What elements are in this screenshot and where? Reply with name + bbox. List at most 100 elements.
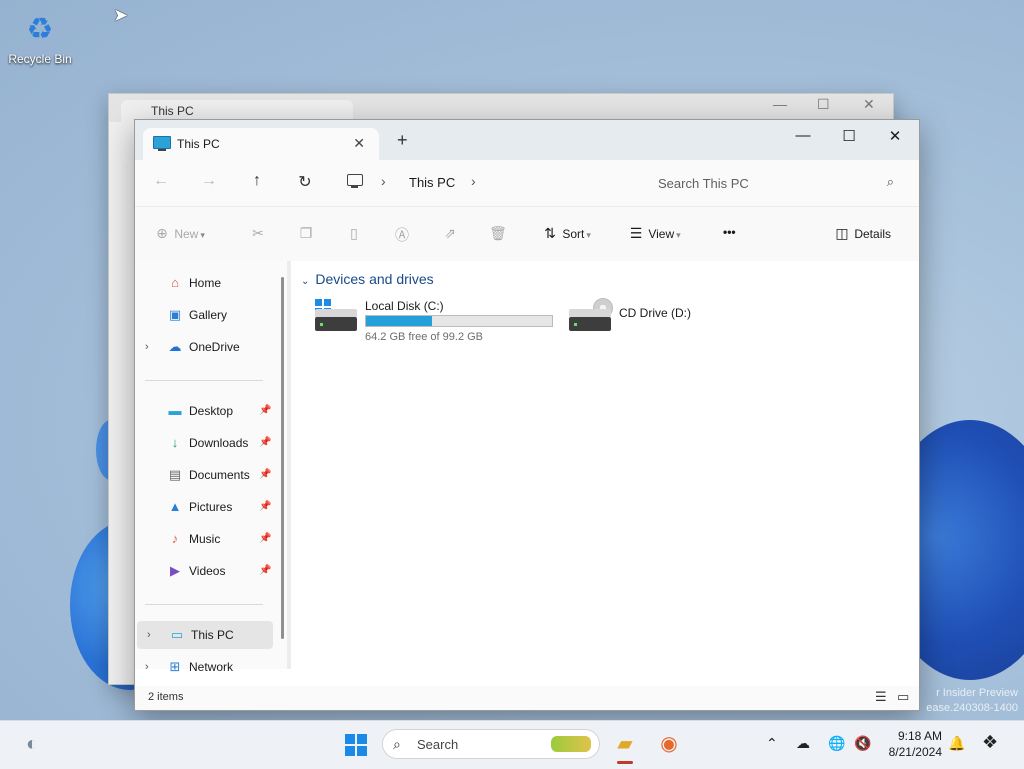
sidebar-item-documents[interactable]: ▤ Documents 📌 — [135, 461, 273, 489]
onedrive-offline-icon[interactable]: ☁ — [796, 735, 810, 752]
sort-button[interactable]: ⇅ Sort ▾ — [541, 225, 591, 242]
sidebar-item-this-pc[interactable]: › ▭ This PC — [137, 621, 273, 649]
share-button[interactable]: ⇗ — [441, 225, 459, 242]
copy-icon: ❐ — [299, 225, 313, 241]
chevron-down-icon: ▾ — [586, 230, 591, 240]
tab-title: This PC — [177, 137, 220, 151]
new-button[interactable]: ⊕ New ▾ — [153, 225, 205, 242]
notifications-bell-icon[interactable]: 🔔 — [948, 735, 965, 752]
sidebar-item-label: OneDrive — [189, 340, 240, 354]
group-header-devices[interactable]: ⌄ Devices and drives — [301, 271, 434, 287]
pin-icon[interactable]: 📌 — [259, 429, 271, 457]
clock[interactable]: 9:18 AM 8/21/2024 — [880, 728, 942, 760]
pin-icon[interactable]: 📌 — [259, 525, 271, 553]
onedrive-icon: ☁ — [168, 339, 182, 354]
network-icon: ⊞ — [169, 659, 181, 674]
breadcrumb-separator-icon[interactable]: › — [471, 173, 476, 189]
details-view-icon[interactable]: ☰ — [875, 689, 887, 705]
sidebar-item-label: Pictures — [189, 500, 233, 514]
refresh-button[interactable]: ↻ — [293, 172, 317, 192]
tiles-view-icon[interactable]: ▭ — [897, 689, 909, 705]
rename-icon: Ⓐ — [395, 227, 409, 243]
view-icon: ☰ — [629, 225, 643, 241]
sidebar-item-label: Home — [189, 276, 222, 290]
forward-button[interactable]: → — [197, 172, 221, 190]
maximize-icon[interactable]: ☐ — [817, 96, 830, 113]
watermark-line: ease.240308-1400 — [926, 702, 1018, 714]
recycle-bin-shortcut[interactable]: ♻ Recycle Bin — [6, 8, 74, 66]
minimize-button[interactable]: — — [793, 127, 813, 144]
tab-this-pc[interactable]: This PC ✕ — [143, 128, 379, 160]
sidebar-item-desktop[interactable]: ▬ Desktop 📌 — [135, 397, 273, 425]
firefox-icon[interactable]: ◉ — [654, 728, 684, 760]
trash-icon: 🗑 — [489, 225, 507, 241]
taskbar-search[interactable]: ⌕ Search — [382, 729, 600, 759]
sidebar-divider — [145, 380, 263, 381]
sidebar-item-downloads[interactable]: ↓ Downloads 📌 — [135, 429, 273, 457]
volume-icon[interactable]: 🔇 — [854, 735, 871, 752]
clock-date: 8/21/2024 — [888, 745, 942, 759]
mouse-cursor-icon: ➤ — [113, 5, 129, 25]
sidebar-item-network[interactable]: › ⊞ Network — [135, 653, 273, 681]
sidebar-item-label: Desktop — [189, 404, 234, 418]
sidebar-item-videos[interactable]: ▶ Videos 📌 — [135, 557, 273, 585]
insider-watermark: r Insider Preview ease.240308-1400 — [926, 686, 1018, 716]
sidebar-item-pictures[interactable]: ▲ Pictures 📌 — [135, 493, 273, 521]
drive-name: CD Drive (D:) — [619, 306, 691, 320]
more-options-button[interactable]: ••• — [723, 225, 736, 239]
navigation-pane: ⌂ Home ▣ Gallery › ☁ OneDrive ▬ Desktop … — [135, 261, 287, 674]
content-pane: ⌄ Devices and drives Local Disk (C:) 64.2… — [291, 261, 919, 669]
chevron-down-icon: ▾ — [676, 230, 681, 240]
delete-button[interactable]: 🗑 — [489, 225, 507, 242]
show-hidden-icons[interactable]: ⌃ — [766, 735, 778, 752]
sidebar-scrollbar[interactable] — [281, 277, 284, 639]
pin-icon[interactable]: 📌 — [259, 493, 271, 521]
pin-icon[interactable]: 📌 — [259, 461, 271, 489]
widgets-icon[interactable]: ◐ — [18, 728, 46, 760]
new-tab-button[interactable]: + — [397, 130, 408, 151]
maximize-button[interactable]: ☐ — [839, 127, 859, 145]
sidebar-item-gallery[interactable]: ▣ Gallery — [135, 301, 273, 329]
pin-icon[interactable]: 📌 — [259, 397, 271, 425]
videos-icon: ▶ — [170, 563, 180, 578]
chevron-right-icon[interactable]: › — [145, 333, 149, 361]
computer-icon[interactable] — [347, 174, 363, 188]
cut-button[interactable]: ✂ — [249, 225, 267, 242]
breadcrumb-this-pc[interactable]: This PC — [409, 175, 455, 190]
sidebar-item-home[interactable]: ⌂ Home — [135, 269, 273, 297]
chevron-right-icon[interactable]: › — [147, 621, 151, 649]
breadcrumb-separator-icon[interactable]: › — [381, 173, 386, 189]
close-button[interactable]: ✕ — [885, 127, 905, 145]
minimize-icon[interactable]: — — [773, 96, 787, 112]
details-pane-button[interactable]: ◫ Details — [833, 225, 891, 242]
sidebar-item-label: Gallery — [189, 308, 228, 322]
close-tab-icon[interactable]: ✕ — [353, 135, 365, 152]
desktop-folder-icon: ▬ — [168, 403, 182, 418]
gallery-icon: ▣ — [168, 307, 182, 322]
pin-icon[interactable]: 📌 — [259, 557, 271, 585]
close-icon[interactable]: ✕ — [863, 96, 875, 113]
file-explorer-taskbar-icon[interactable]: ▰ — [610, 728, 640, 760]
drive-c[interactable]: Local Disk (C:) 64.2 GB free of 99.2 GB — [311, 297, 553, 345]
sort-icon: ⇅ — [544, 225, 556, 241]
paste-button[interactable]: ▯ — [345, 225, 363, 242]
copy-button[interactable]: ❐ — [297, 225, 315, 242]
view-button[interactable]: ☰ View ▾ — [627, 225, 681, 242]
chevron-right-icon[interactable]: › — [145, 653, 149, 681]
sidebar-item-label: Music — [189, 532, 221, 546]
copilot-icon[interactable]: ❖ — [982, 732, 998, 753]
drive-usage-fill — [366, 316, 432, 326]
start-button[interactable] — [345, 734, 367, 756]
new-label: New — [174, 227, 199, 241]
sidebar-item-onedrive[interactable]: › ☁ OneDrive — [135, 333, 273, 361]
search-input[interactable]: Search This PC ⌕ — [640, 168, 906, 198]
background-title-bar: This PC — ☐ ✕ — [109, 94, 893, 122]
network-globe-icon[interactable]: 🌐 — [828, 735, 845, 752]
sidebar-item-label: Videos — [189, 564, 226, 578]
up-button[interactable]: ↑ — [245, 172, 269, 190]
rename-button[interactable]: Ⓐ — [393, 225, 411, 245]
back-button[interactable]: ← — [149, 172, 173, 190]
sidebar-divider — [145, 604, 263, 605]
drive-d[interactable]: CD Drive (D:) — [567, 297, 767, 345]
sidebar-item-music[interactable]: ♪ Music 📌 — [135, 525, 273, 553]
